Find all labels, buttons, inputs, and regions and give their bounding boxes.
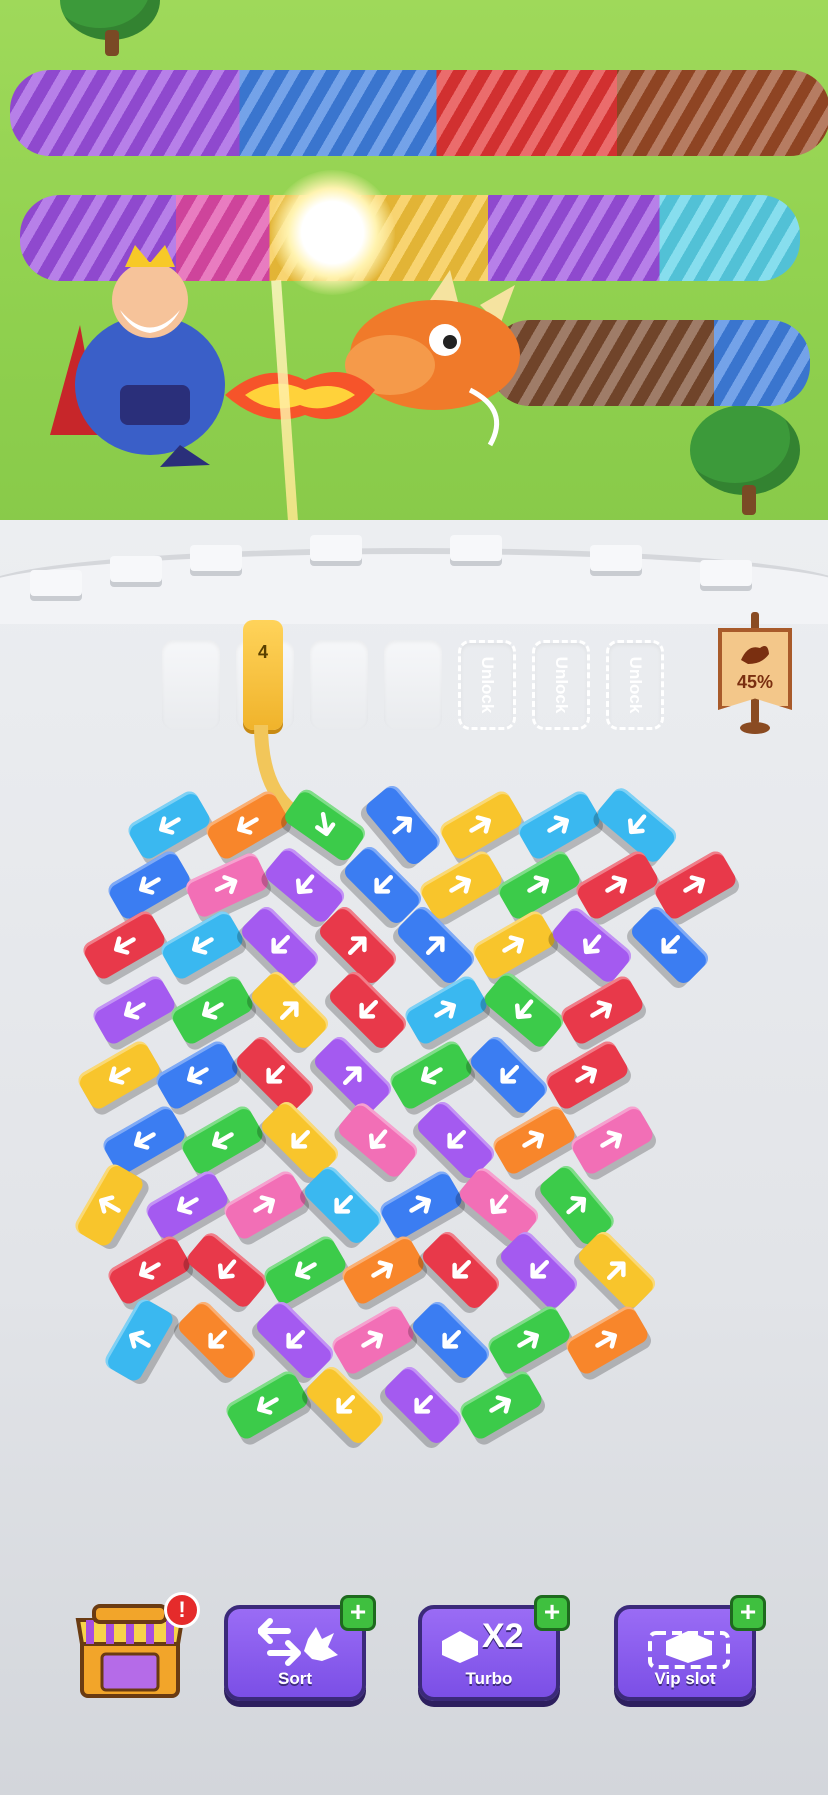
arrow-icon xyxy=(683,875,706,894)
tree-trunk xyxy=(742,485,756,515)
turbo-multiplier: X2 xyxy=(482,1617,524,1655)
queue-slot-empty xyxy=(310,640,368,730)
arrow-icon xyxy=(469,815,492,834)
turbo-button[interactable]: X2 Turbo + xyxy=(418,1595,570,1701)
wall-merlon xyxy=(110,556,162,582)
arrow-icon xyxy=(138,1261,161,1280)
wall-merlon xyxy=(310,535,362,561)
arrow-icon xyxy=(522,1130,545,1149)
queue-slot-empty xyxy=(384,640,442,730)
arrow-icon xyxy=(186,1066,209,1085)
game-scene xyxy=(0,0,828,620)
locked-slot-1[interactable]: Unlock xyxy=(458,640,516,730)
fire-breath-effect xyxy=(225,372,375,420)
unlock-label: Unlock xyxy=(478,656,497,714)
arrow-icon xyxy=(547,815,570,834)
arrow-icon xyxy=(600,1130,623,1149)
arrow-icon xyxy=(575,1065,598,1084)
arrow-icon xyxy=(434,1000,457,1019)
arrow-icon xyxy=(123,1001,146,1020)
arrow-icon xyxy=(315,811,336,837)
wall-merlon xyxy=(590,545,642,571)
arrow-icon xyxy=(108,1066,131,1085)
arrow-icon xyxy=(489,1395,512,1414)
vip-plus-icon[interactable]: + xyxy=(730,1595,766,1631)
arrow-icon xyxy=(133,1131,156,1150)
arrow-icon xyxy=(191,936,214,955)
arrow-icon xyxy=(409,1195,432,1214)
explosion-effect xyxy=(270,170,395,295)
shop-button[interactable]: ! xyxy=(74,1592,200,1704)
unlock-label: Unlock xyxy=(552,656,571,714)
arrow-icon xyxy=(98,1195,121,1214)
arrow-icon xyxy=(590,1000,613,1019)
king-character xyxy=(50,245,225,467)
arrow-icon xyxy=(361,1330,384,1349)
dragon-flag-icon xyxy=(741,646,769,664)
locked-slot-3[interactable]: Unlock xyxy=(606,640,664,730)
arrow-icon xyxy=(211,1131,234,1150)
arrow-icon xyxy=(502,935,525,954)
arrow-icon xyxy=(253,1195,276,1214)
arrow-icon xyxy=(158,816,181,835)
arrow-icon xyxy=(128,1330,151,1349)
wall-merlon xyxy=(30,570,82,596)
arrow-icon xyxy=(214,875,238,895)
arrow-icon xyxy=(527,875,550,894)
arrow-icon xyxy=(256,1396,279,1415)
wall-merlon xyxy=(190,545,242,571)
arrow-icon xyxy=(371,1260,394,1279)
arrow-icon xyxy=(201,1001,224,1020)
arrow-icon xyxy=(138,876,161,895)
arrow-icon xyxy=(595,1330,618,1349)
sort-arrows-icon xyxy=(258,1618,338,1666)
locked-slot-2[interactable]: Unlock xyxy=(532,640,590,730)
vip-slot-icon xyxy=(648,1631,730,1669)
turbo-label: Turbo xyxy=(465,1669,513,1688)
shop-alert-badge: ! xyxy=(164,1592,200,1628)
arrow-icon xyxy=(449,875,472,894)
arrow-icon xyxy=(605,875,628,894)
wall-merlon xyxy=(700,560,752,586)
sort-button[interactable]: Sort + xyxy=(224,1595,376,1701)
arrow-icon xyxy=(236,816,259,835)
queue-slot-empty xyxy=(162,640,220,730)
sort-label: Sort xyxy=(278,1669,312,1688)
arrow-icon xyxy=(113,936,136,955)
progress-percent: 45% xyxy=(736,672,774,692)
cannon-count: 4 xyxy=(257,642,268,662)
arrow-icon xyxy=(176,1196,199,1215)
tree-trunk xyxy=(105,30,119,56)
turbo-plus-icon[interactable]: + xyxy=(534,1595,570,1631)
wall-merlon xyxy=(450,535,502,561)
unlock-label: Unlock xyxy=(626,656,645,714)
sort-plus-icon[interactable]: + xyxy=(340,1595,376,1631)
vip-slot-label: Vip slot xyxy=(654,1669,716,1688)
vip-slot-button[interactable]: Vip slot + xyxy=(614,1595,766,1701)
arrow-icon xyxy=(294,1261,317,1280)
arrow-icon xyxy=(517,1330,540,1349)
tree-right xyxy=(690,405,800,495)
turbo-icon xyxy=(442,1631,478,1663)
shooter-cannon[interactable]: 4 xyxy=(243,620,283,730)
caterpillar-row-1 xyxy=(10,70,828,156)
arrow-icon xyxy=(420,1066,443,1085)
progress-flag: 45% xyxy=(718,612,792,734)
